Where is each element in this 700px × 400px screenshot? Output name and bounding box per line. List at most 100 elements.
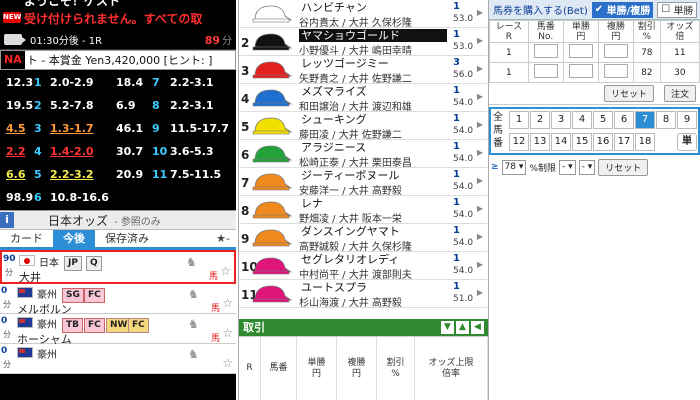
horse-name: メズマライズ — [299, 85, 447, 98]
race-time: 01:30分後 - 1R — [30, 36, 103, 47]
horse-entry[interactable]: 10 セグレタリオレディ 中村尚平 / 大井 渡部則夫 1 54.0 ▶ — [239, 252, 487, 281]
jockey-cap-icon — [252, 285, 293, 303]
horse-number-button[interactable]: 12 — [509, 133, 529, 151]
arrow-down-icon[interactable]: ▼ — [441, 321, 454, 334]
horse-number-button[interactable]: 9 — [677, 111, 697, 129]
chevron-right-icon[interactable]: ▶ — [477, 120, 483, 129]
favorite-star-icon[interactable]: ☆ — [222, 326, 233, 340]
jockey-cap-icon — [252, 145, 293, 163]
win-toggle[interactable]: ☐ 単勝 — [657, 1, 698, 18]
venue-row[interactable]: 0 分豪州 ホーシャム TB FC NW FC ♞ 馬 ☆ — [0, 314, 236, 346]
horse-number-button[interactable]: 14 — [551, 133, 571, 151]
favorite-star-icon[interactable]: ☆ — [222, 296, 233, 310]
win-amount-input[interactable] — [568, 44, 593, 58]
carried-weight: 56.0 — [453, 70, 474, 80]
horse-number-input[interactable] — [533, 64, 558, 78]
chevron-right-icon[interactable]: ▶ — [477, 36, 483, 45]
horse-number: 3 — [34, 122, 42, 135]
limit-select[interactable]: 78 ▾ — [501, 159, 527, 175]
marquee-banner: NEW ようこそ！ゲスト 受け付けられません。すべての取 — [0, 0, 236, 30]
place-amount-input[interactable] — [603, 44, 628, 58]
horse-number-button[interactable]: 1 — [509, 111, 529, 129]
transactions-column-header: オッズ上限 倍率 — [415, 337, 488, 400]
discount-value[interactable]: 82 — [632, 62, 661, 83]
tab-2[interactable]: 保存済み — [95, 230, 159, 247]
race-type-badge: FC — [128, 318, 149, 333]
tab-0[interactable]: カード — [0, 230, 53, 247]
tab-1[interactable]: 今後 — [53, 230, 95, 247]
horse-runner-icon: ♞ — [188, 317, 199, 331]
odds-limit-value[interactable]: 30 — [659, 62, 700, 83]
arrow-up-icon[interactable]: ▲ — [456, 321, 469, 334]
filter-reset-button[interactable]: リセット — [598, 158, 649, 176]
chevron-right-icon[interactable]: ▶ — [477, 92, 483, 101]
bet-column-header: 馬番 No. — [527, 20, 564, 43]
video-camera-icon[interactable] — [4, 34, 26, 45]
horse-entry[interactable]: 4 メズマライズ 和田譲治 / 大井 渡辺和雄 1 54.0 ▶ — [239, 84, 487, 113]
horse-number-button[interactable]: 13 — [530, 133, 550, 151]
frame-number: 1 — [453, 253, 460, 264]
chevron-right-icon[interactable]: ▶ — [477, 148, 483, 157]
horse-number-button[interactable]: 5 — [593, 111, 613, 129]
carried-weight: 54.0 — [453, 154, 474, 164]
carried-weight: 54.0 — [453, 210, 474, 220]
bet-panel: 馬券を購入する(Bet) ✔ 単勝/複勝 ☐ 単勝 レース R 馬番 No. 単勝 … — [488, 0, 700, 400]
speaker-icon[interactable]: ◀ — [471, 321, 484, 334]
horse-entry[interactable]: ハンビチャン 谷内貴太 / 大井 久保杉隆 1 53.0 ▶ — [239, 0, 487, 29]
favorite-star-icon[interactable]: ☆ — [220, 264, 231, 278]
venue-row[interactable]: 0 分豪州 メルボルン SG FC ♞ 馬 ☆ — [0, 284, 236, 316]
favorite-star-icon[interactable]: ☆ — [222, 356, 233, 370]
race-info: NA ト - 本賞金 Yen3,420,000 [ヒント: ] — [0, 50, 236, 70]
venue-row[interactable]: 90 分 日本 大井 JP Q ♞ 馬 ☆ — [0, 250, 236, 284]
chevron-right-icon[interactable]: ▶ — [477, 64, 483, 73]
horse-number-button[interactable]: 8 — [656, 111, 676, 129]
race-header[interactable]: 01:30分後 - 1R 89 分 — [0, 30, 236, 50]
horse-entry[interactable]: 6 アラジニース 松崎正泰 / 大井 栗田泰昌 1 54.0 ▶ — [239, 140, 487, 169]
horse-number-input[interactable] — [533, 44, 558, 58]
filter-select-2[interactable]: - ▾ — [578, 159, 596, 175]
win-place-toggle[interactable]: ✔ 単勝/複勝 — [591, 1, 654, 18]
horse-number-button[interactable]: 18 — [635, 133, 655, 151]
horse-number-button[interactable]: 4 — [572, 111, 592, 129]
horse-number-button[interactable]: 2 — [530, 111, 550, 129]
horse-number-button[interactable]: 16 — [593, 133, 613, 151]
horse-number-button[interactable]: 6 — [614, 111, 634, 129]
reset-button[interactable]: リセット — [603, 85, 654, 102]
discount-value[interactable]: 78 — [632, 42, 661, 63]
win-select-button[interactable]: 単 — [677, 133, 697, 151]
odds-row: 98.9 6 10.8-16.6 — [0, 187, 236, 210]
chevron-right-icon[interactable]: ▶ — [477, 8, 483, 17]
horse-entry[interactable]: 3 レッツゴージミー 矢野貴之 / 大井 佐野謙二 3 56.0 ▶ — [239, 56, 487, 85]
japan-flag-icon — [19, 255, 35, 266]
chevron-right-icon[interactable]: ▶ — [477, 176, 483, 185]
carried-weight: 54.0 — [453, 266, 474, 276]
country-label: 豪州 — [37, 290, 57, 301]
venue-row[interactable]: 0 分 豪州 ♞ ☆ — [0, 344, 236, 374]
chevron-right-icon[interactable]: ▶ — [477, 232, 483, 241]
horse-entry[interactable]: 5 シューキング 藤田凌 / 大井 佐野謙二 1 54.0 ▶ — [239, 112, 487, 141]
horse-entry[interactable]: 9 ダンスイングヤマト 高野誠毅 / 大井 久保杉隆 1 54.0 ▶ — [239, 224, 487, 253]
horse-number: 9 — [152, 122, 160, 135]
horse-entry[interactable]: 7 ジーティーボヌール 安藤洋一 / 大井 高野毅 1 54.0 ▶ — [239, 168, 487, 197]
chevron-right-icon[interactable]: ▶ — [477, 260, 483, 269]
country-label: 日本 — [39, 258, 59, 269]
odds-value: 2.2-3.1 — [170, 76, 214, 89]
order-button[interactable]: 注文 — [663, 85, 696, 102]
horse-number-button[interactable]: 7 — [635, 111, 655, 129]
favorite-star-icon[interactable]: ★- — [216, 232, 230, 245]
win-amount-input[interactable] — [568, 64, 593, 78]
odds-limit-value[interactable]: 11 — [659, 42, 700, 63]
chevron-right-icon[interactable]: ▶ — [477, 204, 483, 213]
horse-number-button[interactable]: 17 — [614, 133, 634, 151]
info-icon[interactable]: i — [0, 212, 14, 228]
horse-entry[interactable]: 2 ヤマショウゴールド 小野優斗 / 大井 嶋田幸晴 1 53.0 ▶ — [239, 28, 487, 57]
horse-entry[interactable]: 11 ユートスプラ 杉山海渡 / 大井 高野毅 1 51.0 ▶ — [239, 280, 487, 309]
race-type-badge: Q — [86, 256, 102, 271]
place-amount-input[interactable] — [603, 64, 628, 78]
horse-number-button[interactable]: 3 — [551, 111, 571, 129]
filter-select-1[interactable]: - ▾ — [558, 159, 576, 175]
frame-number: 1 — [453, 85, 460, 96]
horse-number-button[interactable]: 15 — [572, 133, 592, 151]
chevron-right-icon[interactable]: ▶ — [477, 288, 483, 297]
horse-entry[interactable]: 8 レナ 野畑凌 / 大井 阪本一栄 1 54.0 ▶ — [239, 196, 487, 225]
